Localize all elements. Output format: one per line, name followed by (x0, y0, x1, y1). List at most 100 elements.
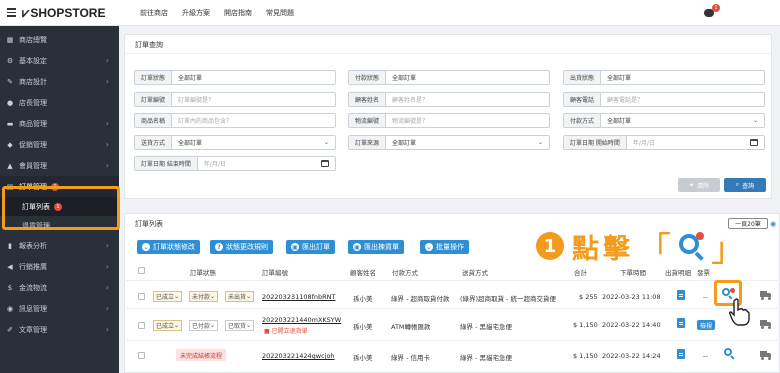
export-icon: ▣ (291, 243, 299, 251)
order-date-start-input[interactable]: 訂單日期 開始時間 年/月/日 (563, 135, 765, 150)
message-notification-icon[interactable]: 1 (704, 4, 720, 18)
sidebar-item-marketing[interactable]: ◀ 行銷推廣 › (0, 256, 119, 277)
calendar-icon[interactable] (750, 139, 758, 146)
header-order-status: 訂單狀態 (190, 269, 216, 277)
order-badge: 1 (51, 182, 59, 191)
payment-method-select[interactable]: 付款方式 全部訂單 ⌄ (563, 113, 765, 128)
sidebar-item-messages[interactable]: ◉ 訊息管理 › (0, 298, 119, 319)
pointer-hand-icon (728, 298, 750, 326)
truck-icon[interactable] (760, 320, 772, 329)
tracking-number-input[interactable]: 物流編號 物流編號是？ (348, 113, 550, 128)
truck-icon[interactable] (760, 291, 772, 300)
shipping-detail-icon[interactable] (677, 349, 685, 359)
change-order-status-button[interactable]: ⌄ 訂單狀態修改 (137, 240, 200, 254)
sidebar-item-orders[interactable]: ▤ 訂單管理 1 ⌄ (0, 176, 119, 197)
order-date-end-input[interactable]: 訂單日期 結束時間 年/月/日 (134, 156, 336, 171)
select-all-checkbox[interactable] (138, 267, 145, 274)
shipping-detail-icon[interactable] (677, 290, 685, 300)
product-name-input[interactable]: 商品名稱 訂單內的商品包含？ (134, 113, 336, 128)
sidebar-item-reports[interactable]: ▮ 報表分析 › (0, 235, 119, 256)
open-bracket: 「 (637, 229, 671, 270)
nav-guide[interactable]: 開店指南 (224, 8, 252, 18)
annotation-text: 點擊 (572, 233, 634, 265)
user-icon: ● (6, 98, 14, 107)
magnifier-icon (677, 232, 705, 261)
shipping-method-select[interactable]: 送貨方式 全部訂單 ⌄ (134, 135, 336, 150)
chart-icon: ▮ (8, 241, 12, 250)
row-order-status-select[interactable]: 已成立 ⌄ (153, 320, 183, 331)
row-checkbox[interactable] (138, 352, 145, 359)
shipping-method: 綠界 - 黑貓宅急便 (460, 354, 512, 362)
order-number-link[interactable]: 202203231108fnbRNT (262, 293, 336, 301)
chevron-right-icon: › (105, 119, 109, 128)
export-orders-button[interactable]: ▣ 匯出訂單 (286, 240, 335, 254)
eye-icon[interactable]: ◉ (770, 220, 776, 228)
question-icon: ? (215, 243, 223, 251)
row-checkbox[interactable] (138, 322, 145, 329)
export-picking-list-button[interactable]: ▣ 匯出揀貨單 (348, 240, 404, 254)
bulk-actions-button[interactable]: ⌄ 批量操作 (420, 240, 469, 254)
chevron-right-icon: › (105, 262, 109, 271)
row-payment-status-select[interactable]: 未付款 ⌄ (189, 291, 219, 302)
payment-method: 綠界 - 超商取貨付款 (391, 295, 450, 303)
notification-badge: 1 (712, 4, 720, 12)
status-rules-button[interactable]: ? 狀態更改規則 (210, 240, 273, 254)
sidebar-sub-order-list[interactable]: 訂單列表 1 (0, 197, 119, 216)
sidebar-item-staff[interactable]: ● 店長管理 (0, 92, 119, 113)
query-title: 訂單查詢 (125, 35, 771, 54)
nav-faq[interactable]: 常見問題 (266, 8, 294, 18)
chevron-right-icon: › (105, 304, 109, 313)
payment-status-select[interactable]: 付款狀態 全部訂單 (348, 70, 550, 85)
row-shipping-status-select[interactable]: 已取貨 ⌄ (225, 320, 255, 331)
chevron-down-icon: ⌄ (142, 243, 150, 251)
row-payment-status-select[interactable]: 已付款 ⌄ (189, 320, 219, 331)
menu-toggle-icon[interactable] (0, 0, 22, 26)
sidebar-item-dashboard[interactable]: ▦ 商店總覽 (0, 29, 119, 50)
search-button[interactable]: ⌕ 查詢 (724, 178, 766, 192)
order-number-link[interactable]: 202203221424qwcjoh (262, 352, 335, 360)
sidebar-item-members[interactable]: ▲ 會員管理 › (0, 155, 119, 176)
edit-icon: ✐ (7, 325, 13, 334)
search-icon: ⌕ (735, 181, 740, 188)
chevron-down-icon: ⌄ (102, 182, 109, 191)
message-icon: ◉ (6, 304, 14, 313)
sidebar-item-promotions[interactable]: ◆ 促銷管理 › (0, 134, 119, 155)
header-total: 合計 (574, 269, 587, 277)
shipping-detail-icon[interactable] (677, 318, 685, 328)
sidebar-item-payment-logistics[interactable]: $ 金流物流 › (0, 277, 119, 298)
logo[interactable]: ⩗ SHOPSTORE (22, 5, 122, 21)
cart-icon: ▬ (6, 119, 14, 128)
sidebar-item-design[interactable]: ✎ 商店設計 › (0, 71, 119, 92)
row-order-status-select[interactable]: 已成立 ⌄ (153, 291, 183, 302)
row-checkbox[interactable] (138, 293, 145, 300)
sidebar-sub-returns[interactable]: 退貨管理 (0, 216, 119, 235)
order-source-select[interactable]: 訂單來源 全部訂單 ⌄ (348, 135, 550, 150)
eraser-icon: ✦ (688, 181, 694, 189)
order-status-select[interactable]: 訂單狀態 全部訂單 (134, 70, 336, 85)
row-shipping-status-select[interactable]: 未出貨 ⌄ (225, 291, 255, 302)
shipping-status-select[interactable]: 出貨狀態 全部訂單 (563, 70, 765, 85)
calendar-icon[interactable] (321, 160, 329, 167)
nav-go-store[interactable]: 前往商店 (140, 8, 168, 18)
sidebar-item-articles[interactable]: ✐ 文章管理 › (0, 319, 119, 340)
document-icon: ▤ (6, 182, 14, 191)
top-bar: ⩗ SHOPSTORE 前往商店 升級方案 開店指南 常見問題 1 (0, 0, 780, 26)
users-icon: ▲ (7, 161, 13, 170)
sidebar-item-settings[interactable]: ⚙ 基本設定 › (0, 50, 119, 71)
nav-upgrade[interactable]: 升級方案 (182, 8, 210, 18)
truck-icon[interactable] (760, 351, 772, 360)
view-order-icon[interactable] (724, 348, 735, 360)
order-total: $ 1,150 (573, 321, 598, 329)
shipping-method: 綠界 - 黑貓宅急便 (460, 323, 512, 331)
order-number-link[interactable]: 202203221440mXKSYW (262, 316, 341, 324)
order-number-input[interactable]: 訂單編號 訂單編號是？ (134, 92, 336, 107)
sidebar-item-products[interactable]: ▬ 商品管理 › (0, 113, 119, 134)
chevron-right-icon: › (105, 325, 109, 334)
money-icon: $ (7, 283, 13, 292)
order-time: 2022-03-22 14:24 (602, 352, 661, 360)
customer-name: 孫小美 (353, 295, 373, 303)
customer-phone-input[interactable]: 顧客電話 顧客電話是？ (563, 92, 765, 107)
customer-name-input[interactable]: 顧客姓名 顧客姓名是？ (348, 92, 550, 107)
clear-button[interactable]: ✦ 清除 (678, 178, 720, 192)
invoice-view-button[interactable]: 檢視 (697, 320, 716, 330)
